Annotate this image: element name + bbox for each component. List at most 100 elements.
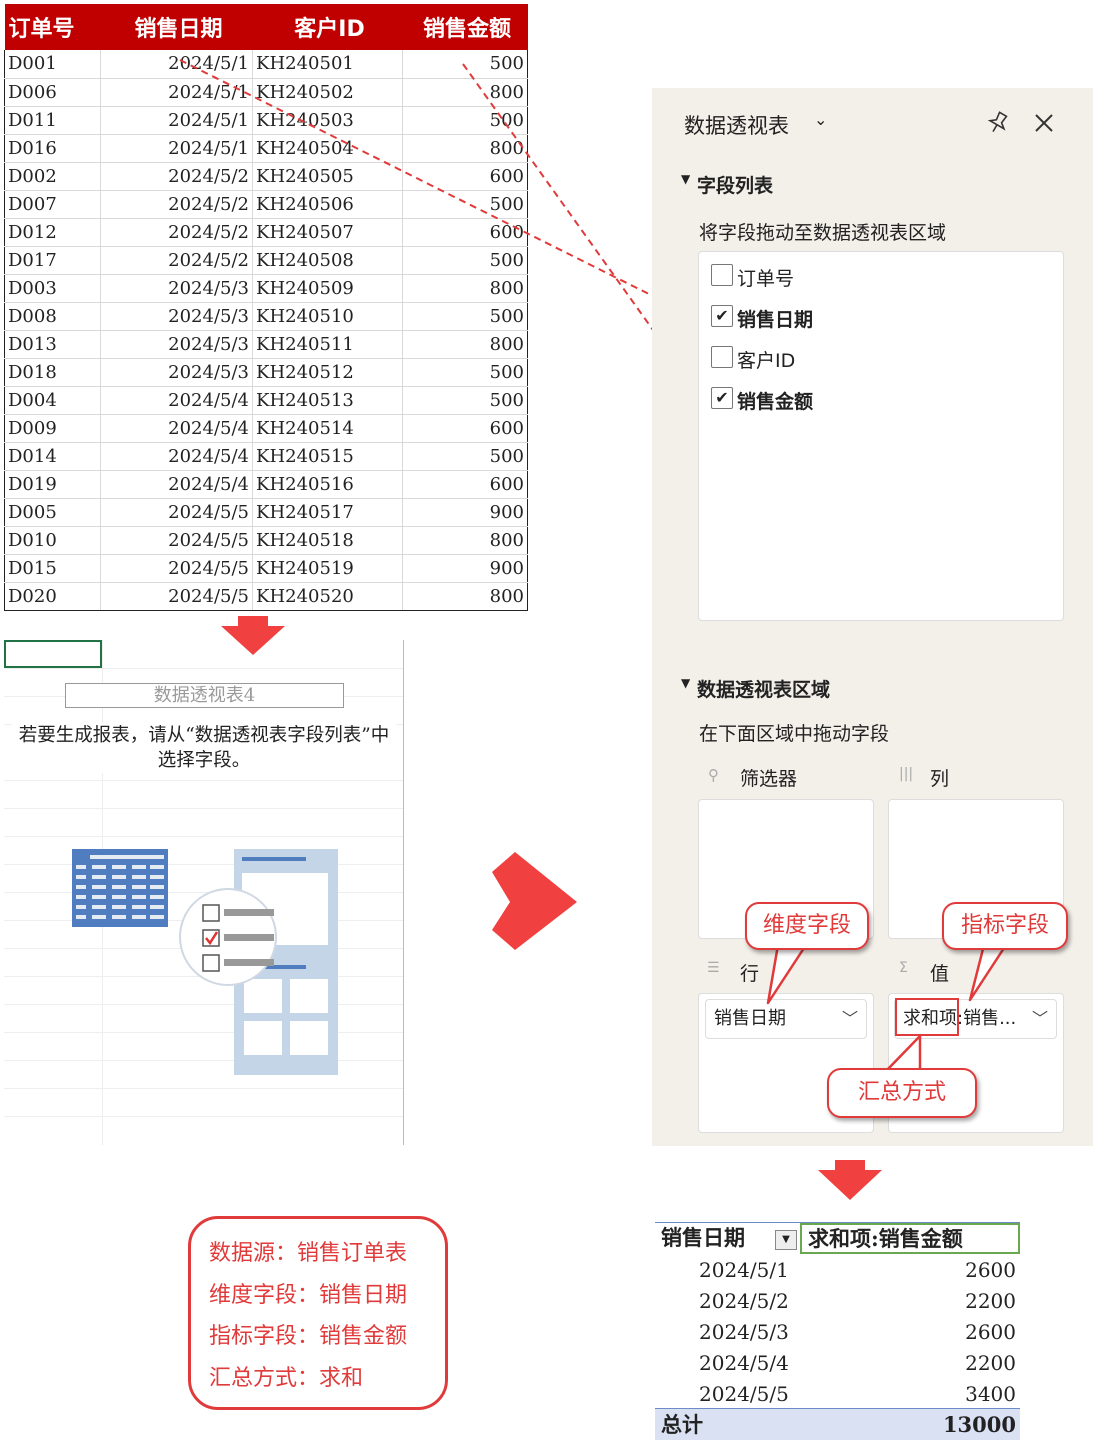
order-id-cell[interactable]: D015 xyxy=(4,554,101,583)
panel-title-chevron-icon[interactable]: ⌄ xyxy=(814,110,827,129)
filter-dropdown-icon[interactable]: ▼ xyxy=(775,1230,797,1250)
areas-section-collapse-icon[interactable]: ▼ xyxy=(681,676,690,690)
sale-amount-cell[interactable]: 500 xyxy=(402,106,528,135)
pin-icon[interactable] xyxy=(985,110,1011,136)
result-header-sum[interactable]: 求和项:销售金额 xyxy=(800,1223,1020,1254)
order-id-cell[interactable]: D008 xyxy=(4,302,101,331)
order-id-cell[interactable]: D020 xyxy=(4,582,101,611)
sale-amount-cell[interactable]: 800 xyxy=(402,330,528,359)
customer-id-cell[interactable]: KH240507 xyxy=(252,218,403,247)
sale-date-cell[interactable]: 2024/5/4 xyxy=(100,442,253,471)
sale-date-cell[interactable]: 2024/5/1 xyxy=(100,78,253,107)
customer-id-cell[interactable]: KH240504 xyxy=(252,134,403,163)
field-checkbox-customer-id[interactable] xyxy=(711,346,733,368)
order-id-cell[interactable]: D010 xyxy=(4,526,101,555)
order-id-cell[interactable]: D002 xyxy=(4,162,101,191)
sale-amount-cell[interactable]: 800 xyxy=(402,134,528,163)
order-id-cell[interactable]: D013 xyxy=(4,330,101,359)
sale-date-cell[interactable]: 2024/5/2 xyxy=(100,218,253,247)
row-field-dropdown[interactable]: 销售日期 ﹀ xyxy=(705,999,867,1039)
order-id-cell[interactable]: D009 xyxy=(4,414,101,443)
sale-amount-cell[interactable]: 800 xyxy=(402,274,528,303)
order-id-cell[interactable]: D011 xyxy=(4,106,101,135)
sale-amount-cell[interactable]: 900 xyxy=(402,498,528,527)
sale-date-cell[interactable]: 2024/5/5 xyxy=(100,582,253,611)
sale-date-cell[interactable]: 2024/5/1 xyxy=(100,50,253,79)
order-id-cell[interactable]: D017 xyxy=(4,246,101,275)
field-item-sale-date[interactable]: ✔ 销售日期 xyxy=(699,305,1063,335)
sale-amount-cell[interactable]: 500 xyxy=(402,302,528,331)
customer-id-cell[interactable]: KH240505 xyxy=(252,162,403,191)
sale-date-cell[interactable]: 2024/5/3 xyxy=(100,274,253,303)
sale-date-cell[interactable]: 2024/5/5 xyxy=(100,498,253,527)
order-id-cell[interactable]: D016 xyxy=(4,134,101,163)
sale-date-cell[interactable]: 2024/5/4 xyxy=(100,470,253,499)
customer-id-cell[interactable]: KH240519 xyxy=(252,554,403,583)
header-order-id[interactable]: 订单号 xyxy=(4,4,101,50)
order-id-cell[interactable]: D005 xyxy=(4,498,101,527)
customer-id-cell[interactable]: KH240517 xyxy=(252,498,403,527)
customer-id-cell[interactable]: KH240520 xyxy=(252,582,403,611)
customer-id-cell[interactable]: KH240501 xyxy=(252,50,403,79)
header-customer-id[interactable]: 客户ID xyxy=(252,4,403,50)
customer-id-cell[interactable]: KH240511 xyxy=(252,330,403,359)
field-item-order-id[interactable]: 订单号 xyxy=(699,264,1063,294)
sale-date-cell[interactable]: 2024/5/2 xyxy=(100,190,253,219)
field-checkbox-order-id[interactable] xyxy=(711,264,733,286)
field-item-sale-amount[interactable]: ✔ 销售金额 xyxy=(699,387,1063,417)
sale-date-cell[interactable]: 2024/5/2 xyxy=(100,162,253,191)
sale-date-cell[interactable]: 2024/5/3 xyxy=(100,358,253,387)
sale-amount-cell[interactable]: 600 xyxy=(402,470,528,499)
order-id-cell[interactable]: D012 xyxy=(4,218,101,247)
chevron-down-icon[interactable]: ﹀ xyxy=(842,1000,858,1038)
sale-amount-cell[interactable]: 500 xyxy=(402,386,528,415)
customer-id-cell[interactable]: KH240513 xyxy=(252,386,403,415)
sale-amount-cell[interactable]: 800 xyxy=(402,78,528,107)
sale-date-cell[interactable]: 2024/5/4 xyxy=(100,414,253,443)
sale-date-cell[interactable]: 2024/5/3 xyxy=(100,302,253,331)
sale-amount-cell[interactable]: 600 xyxy=(402,414,528,443)
sale-date-cell[interactable]: 2024/5/3 xyxy=(100,330,253,359)
close-icon[interactable] xyxy=(1032,111,1056,135)
sale-amount-cell[interactable]: 500 xyxy=(402,190,528,219)
sale-amount-cell[interactable]: 600 xyxy=(402,218,528,247)
customer-id-cell[interactable]: KH240508 xyxy=(252,246,403,275)
sale-amount-cell[interactable]: 900 xyxy=(402,554,528,583)
customer-id-cell[interactable]: KH240510 xyxy=(252,302,403,331)
sale-date-cell[interactable]: 2024/5/5 xyxy=(100,526,253,555)
order-id-cell[interactable]: D006 xyxy=(4,78,101,107)
customer-id-cell[interactable]: KH240512 xyxy=(252,358,403,387)
sale-amount-cell[interactable]: 800 xyxy=(402,582,528,611)
sale-date-cell[interactable]: 2024/5/4 xyxy=(100,386,253,415)
order-id-cell[interactable]: D001 xyxy=(4,50,101,79)
field-section-collapse-icon[interactable]: ▼ xyxy=(681,172,690,186)
order-id-cell[interactable]: D007 xyxy=(4,190,101,219)
customer-id-cell[interactable]: KH240509 xyxy=(252,274,403,303)
customer-id-cell[interactable]: KH240518 xyxy=(252,526,403,555)
customer-id-cell[interactable]: KH240514 xyxy=(252,414,403,443)
customer-id-cell[interactable]: KH240502 xyxy=(252,78,403,107)
header-sale-amount[interactable]: 销售金额 xyxy=(402,4,528,50)
field-checkbox-sale-amount[interactable]: ✔ xyxy=(711,387,733,409)
sale-amount-cell[interactable]: 500 xyxy=(402,246,528,275)
header-sale-date[interactable]: 销售日期 xyxy=(100,4,253,50)
order-id-cell[interactable]: D014 xyxy=(4,442,101,471)
customer-id-cell[interactable]: KH240506 xyxy=(252,190,403,219)
customer-id-cell[interactable]: KH240516 xyxy=(252,470,403,499)
order-id-cell[interactable]: D003 xyxy=(4,274,101,303)
sale-amount-cell[interactable]: 500 xyxy=(402,442,528,471)
sale-amount-cell[interactable]: 600 xyxy=(402,162,528,191)
sale-date-cell[interactable]: 2024/5/5 xyxy=(100,554,253,583)
field-item-customer-id[interactable]: 客户ID xyxy=(699,346,1063,376)
customer-id-cell[interactable]: KH240515 xyxy=(252,442,403,471)
sale-date-cell[interactable]: 2024/5/2 xyxy=(100,246,253,275)
panel-title[interactable]: 数据透视表 xyxy=(684,110,789,140)
sale-amount-cell[interactable]: 500 xyxy=(402,358,528,387)
customer-id-cell[interactable]: KH240503 xyxy=(252,106,403,135)
order-id-cell[interactable]: D019 xyxy=(4,470,101,499)
sale-amount-cell[interactable]: 500 xyxy=(402,50,528,79)
order-id-cell[interactable]: D004 xyxy=(4,386,101,415)
order-id-cell[interactable]: D018 xyxy=(4,358,101,387)
chevron-down-icon[interactable]: ﹀ xyxy=(1032,1000,1048,1038)
sale-date-cell[interactable]: 2024/5/1 xyxy=(100,106,253,135)
